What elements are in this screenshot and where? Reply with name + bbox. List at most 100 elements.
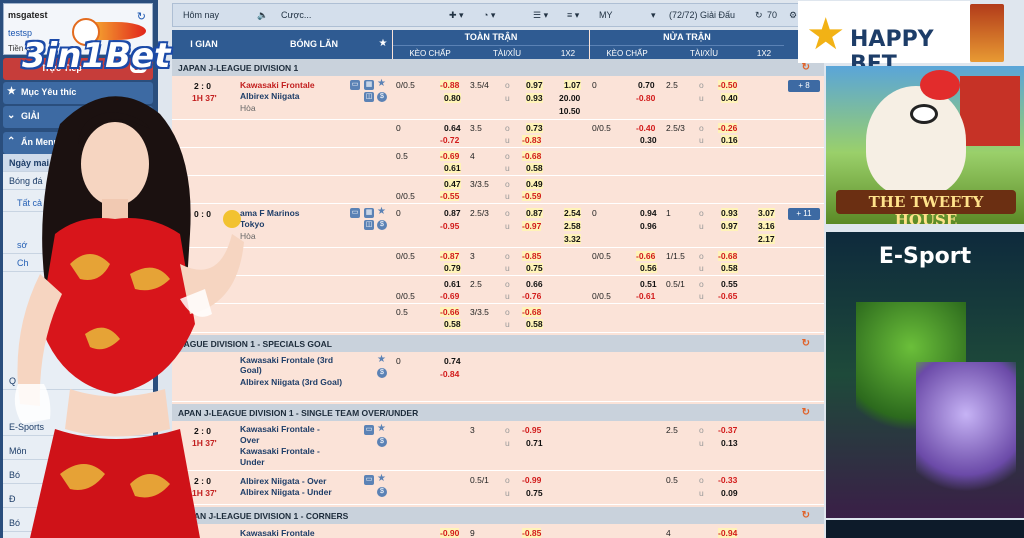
odds-cell[interactable]: -0.55 xyxy=(440,191,460,201)
odds-cell[interactable]: -0.97 xyxy=(522,221,542,231)
odds-cell[interactable]: 0.61 xyxy=(444,279,461,289)
odds-cell[interactable]: 1.07 xyxy=(564,80,581,90)
odds-cell[interactable]: 0.56 xyxy=(640,263,657,273)
odds-cell[interactable]: 0.09 xyxy=(721,488,738,498)
odds-cell[interactable]: 0.13 xyxy=(721,438,738,448)
odds-type-select[interactable]: MY xyxy=(599,10,613,20)
home-team[interactable]: Kawasaki Frontale (3rd Goal) xyxy=(240,355,348,375)
odds-cell[interactable]: -0.59 xyxy=(522,191,542,201)
odds-cell[interactable]: 0.49 xyxy=(526,179,543,189)
odds-cell[interactable]: 0.30 xyxy=(640,135,657,145)
odds-cell[interactable]: 0.79 xyxy=(444,263,461,273)
refresh-icon[interactable]: ↻ xyxy=(755,10,763,21)
odds-cell[interactable]: -0.76 xyxy=(522,291,541,301)
bottom-banner[interactable] xyxy=(826,520,1024,538)
odds-cell[interactable]: -0.84 xyxy=(440,369,459,379)
favorite-star-icon[interactable]: ★ xyxy=(377,423,386,434)
tv-icon[interactable]: ▭ xyxy=(364,425,374,435)
league-header[interactable]: JAPAN J-LEAGUE DIVISION 1 - CORNERS ↻ xyxy=(172,507,824,524)
odds-cell[interactable]: 0.80 xyxy=(444,93,461,103)
team-line[interactable]: Albirex Niigata - Over xyxy=(240,476,326,486)
odds-cell[interactable]: 0.58 xyxy=(526,319,543,329)
odds-cell[interactable]: -0.68 xyxy=(718,251,738,261)
odds-cell[interactable]: -0.69 xyxy=(440,151,460,161)
odds-cell[interactable]: -0.37 xyxy=(718,425,737,435)
odds-cell[interactable]: -0.65 xyxy=(718,291,737,301)
odds-cell[interactable]: 0.73 xyxy=(526,123,543,133)
odds-cell[interactable]: -0.68 xyxy=(522,307,542,317)
odds-cell[interactable]: 0.58 xyxy=(444,319,461,329)
odds-cell[interactable]: 0.87 xyxy=(444,208,461,218)
odds-cell[interactable]: 0.75 xyxy=(526,488,543,498)
odds-cell[interactable]: -0.87 xyxy=(440,251,460,261)
cashout-icon[interactable]: $ xyxy=(377,220,387,230)
odds-cell[interactable]: -0.66 xyxy=(636,251,656,261)
odds-cell[interactable]: -0.88 xyxy=(440,80,460,90)
odds-cell[interactable]: 0.97 xyxy=(721,221,738,231)
odds-cell[interactable]: 2.17 xyxy=(758,234,775,244)
odds-cell[interactable]: -0.90 xyxy=(440,528,460,538)
refresh-icon[interactable]: ↻ xyxy=(802,510,810,521)
odds-cell[interactable]: 0.51 xyxy=(640,279,657,289)
odds-cell[interactable]: -0.99 xyxy=(522,475,541,485)
league-header[interactable]: APAN J-LEAGUE DIVISION 1 - SINGLE TEAM O… xyxy=(172,404,824,421)
team-line[interactable]: Albirex Niigata - Under xyxy=(240,487,332,497)
team-line[interactable]: Kawasaki Frontale - xyxy=(240,446,320,456)
favorite-star-icon[interactable]: ★ xyxy=(377,354,386,365)
odds-cell[interactable]: -0.33 xyxy=(718,475,737,485)
team-line[interactable]: Kawasaki Frontale - xyxy=(240,424,320,434)
refresh-icon[interactable]: ↻ xyxy=(802,338,810,349)
league-header[interactable]: EAGUE DIVISION 1 - SPECIALS GOAL ↻ xyxy=(172,335,824,352)
stats-icon[interactable]: ▦ xyxy=(364,80,374,90)
odds-cell[interactable]: 0.40 xyxy=(721,93,738,103)
odds-cell[interactable]: -0.80 xyxy=(636,93,655,103)
cashout-icon[interactable]: $ xyxy=(377,92,387,102)
refresh-icon[interactable]: ↻ xyxy=(802,62,810,73)
league-header[interactable]: JAPAN J-LEAGUE DIVISION 1 ↻ xyxy=(172,59,824,76)
league-filter[interactable]: (72/72) Giải Đấu xyxy=(669,10,735,20)
odds-cell[interactable]: -0.72 xyxy=(440,135,459,145)
sound-icon[interactable]: 🔈 xyxy=(257,10,268,21)
chart-icon[interactable]: ◫ xyxy=(364,92,374,102)
tweety-house-banner[interactable]: THE TWEETY HOUSE xyxy=(826,66,1024,224)
favorite-star-icon[interactable]: ★ xyxy=(376,38,390,49)
odds-cell[interactable]: -0.26 xyxy=(718,123,738,133)
add-icon[interactable]: ✚ ▾ xyxy=(449,10,464,21)
odds-cell[interactable]: 3.32 xyxy=(564,234,581,244)
odds-cell[interactable]: 0.93 xyxy=(721,208,738,218)
odds-cell[interactable]: 0.66 xyxy=(526,279,543,289)
odds-cell[interactable]: 20.00 xyxy=(559,93,580,103)
cashout-icon[interactable]: $ xyxy=(377,487,387,497)
odds-cell[interactable]: -0.69 xyxy=(440,291,459,301)
odds-cell[interactable]: 0.55 xyxy=(721,279,738,289)
chart-icon[interactable]: ◫ xyxy=(364,220,374,230)
odds-cell[interactable]: 0.47 xyxy=(444,179,461,189)
odds-cell[interactable]: 0.93 xyxy=(526,93,543,103)
odds-cell[interactable]: 0.74 xyxy=(444,356,461,366)
odds-cell[interactable]: 10.50 xyxy=(559,106,580,116)
odds-cell[interactable]: 0.16 xyxy=(721,135,738,145)
favorite-star-icon[interactable]: ★ xyxy=(377,206,386,217)
odds-cell[interactable]: 0.97 xyxy=(526,80,543,90)
bet-slip-link[interactable]: Cược... xyxy=(281,10,311,20)
odds-cell[interactable]: 0.58 xyxy=(721,263,738,273)
cashout-icon[interactable]: $ xyxy=(377,437,387,447)
odds-cell[interactable]: -0.66 xyxy=(440,307,460,317)
clock-icon[interactable]: ◔ ▾ xyxy=(483,10,495,21)
odds-cell[interactable]: 3.07 xyxy=(758,208,775,218)
tv-icon[interactable]: ▭ xyxy=(364,475,374,485)
odds-cell[interactable]: 3.16 xyxy=(758,221,775,231)
odds-cell[interactable]: -0.83 xyxy=(522,135,542,145)
odds-cell[interactable]: 0.61 xyxy=(444,163,461,173)
odds-cell[interactable]: 0.96 xyxy=(640,221,657,231)
odds-cell[interactable]: -0.40 xyxy=(636,123,655,133)
odds-cell[interactable]: -0.61 xyxy=(636,291,655,301)
cashout-icon[interactable]: $ xyxy=(377,368,387,378)
game-thumbnail[interactable] xyxy=(970,4,1004,62)
odds-type-chevron-icon[interactable]: ▾ xyxy=(651,10,656,21)
odds-cell[interactable]: 0.70 xyxy=(638,80,655,90)
odds-cell[interactable]: 0.71 xyxy=(526,438,543,448)
tv-icon[interactable]: ▭ xyxy=(350,80,360,90)
odds-cell[interactable]: 0.75 xyxy=(526,263,543,273)
odds-cell[interactable]: -0.85 xyxy=(522,251,542,261)
